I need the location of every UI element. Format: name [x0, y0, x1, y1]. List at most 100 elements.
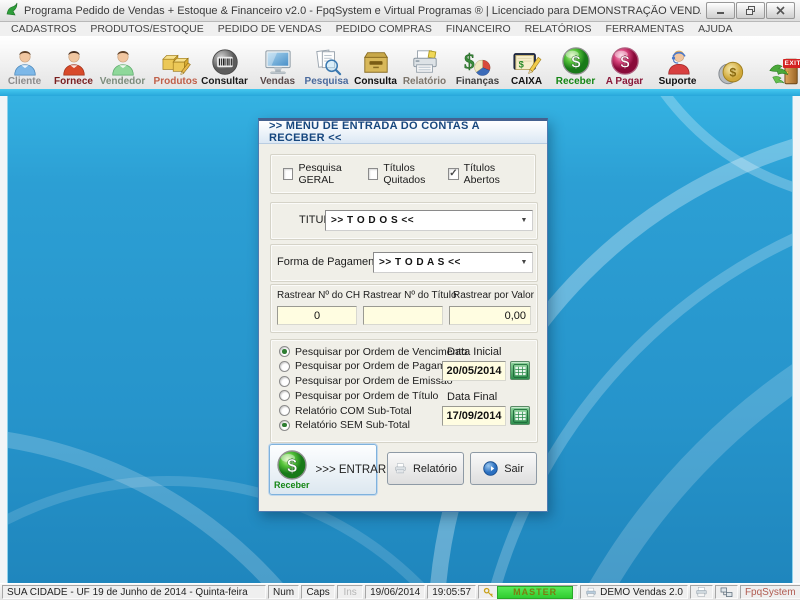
close-button[interactable]: [766, 2, 795, 19]
toolbar-button-relatorio[interactable]: Relatório: [400, 37, 449, 89]
rastrear-ch-input[interactable]: 0: [277, 306, 357, 325]
data-final-calendar-button[interactable]: [510, 406, 530, 425]
toolbar-label: Consulta: [354, 76, 397, 87]
forma-pagamento-select[interactable]: >> T O D A S << ▼: [373, 252, 533, 273]
minimize-button[interactable]: [706, 2, 735, 19]
status-printer-indicator: [690, 585, 713, 599]
relatorio-button[interactable]: Relatório: [387, 452, 464, 485]
key-icon: [483, 587, 494, 598]
entrar-button[interactable]: $ Receber >>> ENTRAR: [269, 444, 377, 495]
toolbar-button-caixa[interactable]: $ CAIXA: [502, 37, 551, 89]
svg-text:$: $: [464, 50, 475, 74]
printer-icon: [695, 586, 708, 598]
coin-icon: $: [716, 55, 746, 87]
rastrear-titulo-label: Rastrear Nº do Título: [363, 290, 457, 301]
barcode-icon: [210, 44, 240, 76]
toolbar-label: Produtos: [154, 76, 198, 87]
sales-monitor-icon: [263, 44, 293, 76]
data-inicial-label: Data Inicial: [447, 346, 501, 358]
status-insert-mode: Ins: [337, 585, 363, 599]
checkbox-pesquisa-geral[interactable]: Pesquisa GERAL: [283, 162, 368, 186]
svg-text:$: $: [287, 456, 297, 476]
checkbox-box: [368, 168, 378, 180]
toolbar-button-financas[interactable]: $ Finanças: [453, 37, 502, 89]
toolbar-button-pesquisa[interactable]: Pesquisa: [302, 37, 351, 89]
toolbar-button-consultar[interactable]: Consultar: [200, 37, 249, 89]
rastrear-ch-label: Rastrear Nº do CH: [277, 290, 360, 301]
menu-bar: CADASTROS PRODUTOS/ESTOQUE PEDIDO DE VEN…: [0, 22, 800, 36]
data-final-label: Data Final: [447, 391, 497, 403]
window-controls: [706, 2, 795, 19]
toolbar-button-cliente[interactable]: Cliente: [0, 37, 49, 89]
status-brand: FpqSystem: [740, 585, 800, 599]
chevron-down-icon: ▼: [516, 217, 532, 224]
app-logo-icon: [5, 2, 19, 19]
toolbar-label: Relatório: [403, 76, 446, 87]
cashbook-icon: $: [511, 44, 543, 76]
forma-pagamento-value: >> T O D A S <<: [374, 257, 516, 268]
menu-financeiro[interactable]: FINANCEIRO: [439, 23, 518, 35]
toolbar-button-suporte[interactable]: Suporte: [653, 37, 702, 89]
radio-label: Pesquisar por Ordem de Título: [295, 390, 438, 402]
radio-label: Pesquisar por Ordem de Emissão: [295, 375, 453, 387]
toolbar-button-consulta[interactable]: Consulta: [351, 37, 400, 89]
checkbox-box: [283, 168, 293, 180]
contas-receber-dialog: >> MENU DE ENTRADA DO CONTAS A RECEBER <…: [258, 118, 548, 512]
checkbox-titulos-abertos[interactable]: Títulos Abertos: [448, 162, 523, 186]
restore-button[interactable]: [736, 2, 765, 19]
menu-relatorios[interactable]: RELATÓRIOS: [518, 23, 599, 35]
menu-ferramentas[interactable]: FERRAMENTAS: [599, 23, 692, 35]
receive-dollar-icon: $: [276, 449, 308, 481]
toolbar-label: Finanças: [456, 76, 499, 87]
checkbox-titulos-quitados[interactable]: Títulos Quitados: [368, 162, 448, 186]
status-app-text: DEMO Vendas 2.0: [600, 587, 683, 598]
menu-produtos-estoque[interactable]: PRODUTOS/ESTOQUE: [83, 23, 210, 35]
toolbar-button-produtos[interactable]: Produtos: [151, 37, 200, 89]
radio-ordem-pagamento[interactable]: Pesquisar por Ordem de Pagamento: [279, 361, 467, 373]
titular-select[interactable]: >> T O D O S << ▼: [325, 210, 533, 231]
rastrear-valor-input[interactable]: 0,00: [449, 306, 531, 325]
toolbar-label: Vendedor: [100, 76, 146, 87]
menu-ajuda[interactable]: AJUDA: [691, 23, 739, 35]
titular-value: >> T O D O S <<: [326, 215, 516, 226]
status-master-badge: MASTER: [497, 586, 573, 599]
status-location: SUA CIDADE - UF 19 de Junho de 2014 - Qu…: [2, 585, 266, 599]
sair-button[interactable]: Sair: [470, 452, 537, 485]
radio-relatorio-sem-subtotal[interactable]: Relatório SEM Sub-Total: [279, 419, 467, 431]
toolbar-button-receber[interactable]: $ Receber: [551, 37, 600, 89]
toolbar-label: Fornece: [54, 76, 93, 87]
relatorio-button-label: Relatório: [413, 463, 457, 475]
radio-relatorio-com-subtotal[interactable]: Relatório COM Sub-Total: [279, 405, 467, 417]
toolbar-button-exit[interactable]: EXIT: [759, 37, 800, 89]
toolbar-button-a-pagar[interactable]: $ A Pagar: [600, 37, 649, 89]
menu-pedido-vendas[interactable]: PEDIDO DE VENDAS: [211, 23, 329, 35]
data-inicial-calendar-button[interactable]: [510, 361, 530, 380]
radio-label: Pesquisar por Ordem de Pagamento: [295, 360, 466, 372]
data-final-input[interactable]: 17/09/2014: [442, 406, 506, 426]
toolbar-label: Vendas: [260, 76, 295, 87]
menu-pedido-compras[interactable]: PEDIDO COMPRAS: [329, 23, 439, 35]
status-caps-text: Caps: [306, 587, 329, 598]
receber-orb: $ Receber: [274, 449, 310, 490]
toolbar-label: Receber: [556, 76, 595, 87]
data-inicial-input[interactable]: 20/05/2014: [442, 361, 506, 381]
radio-ordem-vencimento[interactable]: Pesquisar por Ordem de Vencimento: [279, 346, 467, 358]
radio-dot: [279, 390, 290, 401]
toolbar-button-vendedor[interactable]: Vendedor: [98, 37, 147, 89]
toolbar-button-fornecedor[interactable]: Fornece: [49, 37, 98, 89]
order-and-dates-group: Pesquisar por Ordem de Vencimento Pesqui…: [270, 339, 538, 443]
radio-dot: [279, 361, 290, 372]
svg-text:$: $: [729, 66, 736, 80]
menu-cadastros[interactable]: CADASTROS: [4, 23, 83, 35]
radio-ordem-emissao[interactable]: Pesquisar por Ordem de Emissão: [279, 375, 467, 387]
rastrear-titulo-input[interactable]: [363, 306, 443, 325]
toolbar-label: CAIXA: [511, 76, 542, 87]
client-person-icon: [10, 44, 40, 76]
status-bar: SUA CIDADE - UF 19 de Junho de 2014 - Qu…: [0, 583, 800, 600]
app-window: Programa Pedido de Vendas + Estoque & Fi…: [0, 0, 800, 600]
radio-ordem-titulo[interactable]: Pesquisar por Ordem de Título: [279, 390, 467, 402]
toolbar-button-coin[interactable]: $: [706, 37, 755, 89]
svg-text:$: $: [518, 60, 524, 70]
toolbar-button-vendas[interactable]: Vendas: [253, 37, 302, 89]
svg-text:$: $: [571, 53, 581, 72]
